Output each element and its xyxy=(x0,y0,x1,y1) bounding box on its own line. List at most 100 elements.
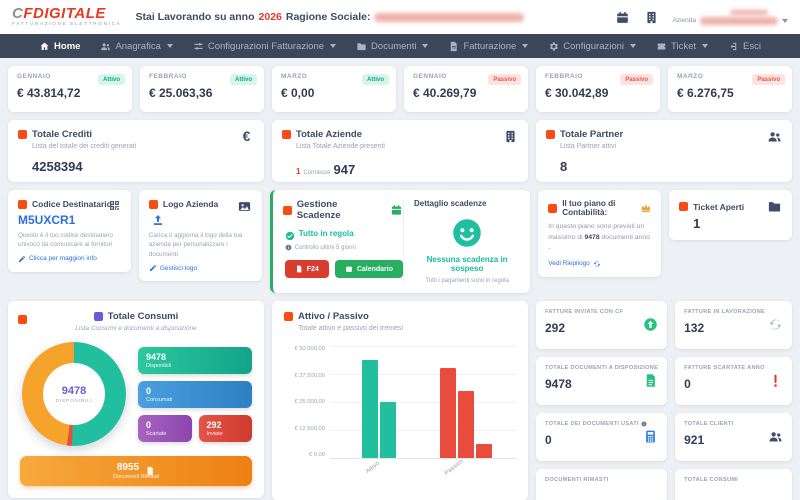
card-title: Totale Aziende xyxy=(296,129,362,140)
folder-icon xyxy=(767,199,782,214)
exclamation-icon xyxy=(768,373,783,388)
app-header: CFDIGITALE FATTURAZIONE ELETTRONICA Stai… xyxy=(0,0,800,34)
bar-group-passivo xyxy=(440,346,492,458)
card-subtitle: Lista Partner attivi xyxy=(560,143,782,150)
logout-icon xyxy=(728,41,739,52)
vedi-riepilogo-link[interactable]: Vedi Riepilogo xyxy=(548,260,651,268)
pencil-icon xyxy=(149,264,157,272)
nav-item-ticket[interactable]: Ticket xyxy=(656,41,708,52)
app-logo: CFDIGITALE FATTURAZIONE ELETTRONICA xyxy=(12,6,121,28)
bar xyxy=(362,360,378,458)
consumi-donut-chart: 9478 DISPONIBILI xyxy=(22,342,126,446)
calendario-button[interactable]: Calendario xyxy=(335,260,403,278)
chevron-down-icon xyxy=(330,44,336,48)
document-icon xyxy=(145,463,155,473)
accent-square xyxy=(546,130,555,139)
invoice-icon xyxy=(448,41,459,52)
totale-crediti-card: Totale Crediti Lista del totale dei cred… xyxy=(8,120,264,182)
nav-item-fatturazione[interactable]: Fatturazione xyxy=(448,41,528,52)
mini-cards-grid: FATTURE INVIATE CON CF 292 FATTURE IN LA… xyxy=(536,301,792,500)
nav-item-configurazioni-fatturazione[interactable]: Configurazioni Fatturazione xyxy=(193,41,336,52)
upload-icon[interactable] xyxy=(151,213,165,227)
plot-area xyxy=(330,346,516,458)
working-context-text: Stai Lavorando su anno 2026 Ragione Soci… xyxy=(135,11,524,23)
gear-icon xyxy=(548,41,559,52)
consumi-chip-consumati: 0 Consumati xyxy=(138,381,252,408)
totale-aziende-card: Totale Aziende Lista Totale Aziende pres… xyxy=(272,120,528,182)
accent-square xyxy=(282,130,291,139)
sliders-icon xyxy=(193,41,204,52)
attivo-passivo-chart-card: Attivo / Passivo Totale attivo e passivo… xyxy=(272,301,528,500)
nav-item-documenti[interactable]: Documenti xyxy=(356,41,428,52)
users-icon xyxy=(768,429,783,444)
codice-destinatario-value: M5UXCR1 xyxy=(18,213,121,227)
gestione-scadenze-card: Gestione Scadenze Tutto in regola Contro… xyxy=(270,190,530,293)
legend-square xyxy=(94,312,103,321)
building-icon[interactable] xyxy=(644,10,659,25)
users-icon xyxy=(100,41,111,52)
mini-card: TOTALE CONSUMI xyxy=(675,469,792,500)
azienda-label: Azienda xyxy=(673,17,697,24)
main-navbar: Home Anagrafica Configurazioni Fatturazi… xyxy=(0,34,800,58)
bar xyxy=(440,368,456,458)
chart-title: Attivo / Passivo xyxy=(298,311,369,322)
document-icon xyxy=(643,373,658,388)
chevron-down-icon xyxy=(630,44,636,48)
gestisci-logo-link[interactable]: Gestisci logo xyxy=(149,264,252,272)
totale-partner-card: Totale Partner Lista Partner attivi 8 xyxy=(536,120,792,182)
consumi-chip-disponibili: 9478 Disponibili xyxy=(138,347,252,374)
logo-head: C xyxy=(12,5,23,22)
home-icon xyxy=(39,41,50,52)
bottom-row: Totale Consumi Lista Consumi e documenti… xyxy=(8,301,792,500)
mini-card: FATTURE INVIATE CON CF 292 xyxy=(536,301,667,349)
month-card: GENNAIO € 43.814,72 Attivo xyxy=(8,66,132,112)
chevron-down-icon xyxy=(522,44,528,48)
calendar-icon[interactable] xyxy=(615,10,630,25)
aziende-connected-count: 1 xyxy=(296,167,300,176)
check-circle-icon xyxy=(285,228,295,238)
consumi-chips: 9478 Disponibili 0 Consumati 0 Scartate … xyxy=(138,347,252,442)
mini-card: TOTALE DEI DOCUMENTI USATI 0 xyxy=(536,413,667,461)
mini-card: DOCUMENTI RIMASTI xyxy=(536,469,667,500)
working-year: 2026 xyxy=(259,11,282,23)
refresh-icon xyxy=(593,260,601,268)
header-right: Azienda xyxy=(615,10,789,25)
month-cards-row: GENNAIO € 43.814,72 Attivo FEBBRAIO € 25… xyxy=(8,66,792,112)
info-cards-row: Codice Destinatario M5UXCR1 Questo è il … xyxy=(8,190,792,293)
status-badge: Attivo xyxy=(362,74,389,85)
partner-value: 8 xyxy=(560,159,782,174)
nav-item-anagrafica[interactable]: Anagrafica xyxy=(100,41,172,52)
pencil-icon xyxy=(18,255,26,263)
arrow-up-circle-icon xyxy=(643,317,658,332)
folder-icon xyxy=(356,41,367,52)
chevron-down-icon xyxy=(167,44,173,48)
dashboard-main: GENNAIO € 43.814,72 Attivo FEBBRAIO € 25… xyxy=(0,58,800,500)
piano-contabilita-card: Il tuo piano di Contabilità: In questo p… xyxy=(538,190,661,277)
image-icon xyxy=(237,199,252,214)
month-card: MARZO € 6.276,75 Passivo xyxy=(668,66,792,112)
crown-icon xyxy=(640,200,652,216)
codice-info-link[interactable]: Clicca per maggiori info xyxy=(18,255,121,263)
month-card: FEBBRAIO € 25.063,36 Attivo xyxy=(140,66,264,112)
mini-card: FATTURE SCARTATE ANNO 0 xyxy=(675,357,792,405)
building-icon xyxy=(503,129,518,144)
chevron-down-icon xyxy=(702,44,708,48)
bar xyxy=(458,391,474,458)
nav-item-configurazioni[interactable]: Configurazioni xyxy=(548,41,636,52)
bar-chart: € 50.000,00€ 37.500,00€ 25.000,00€ 12.50… xyxy=(284,346,516,458)
nav-item-home[interactable]: Home xyxy=(39,41,80,52)
f24-button[interactable]: F24 xyxy=(285,260,329,278)
nav-item-esci[interactable]: Esci xyxy=(728,41,761,52)
mini-card: TOTALE CLIENTI 921 xyxy=(675,413,792,461)
x-axis-labels: AttivoPassivo xyxy=(330,458,516,478)
qr-code-icon xyxy=(108,199,121,212)
summary-cards-row: Totale Crediti Lista del totale dei cred… xyxy=(8,120,792,182)
mini-card: TOTALE DOCUMENTI A DISPOSIZIONE 9478 xyxy=(536,357,667,405)
crediti-value: 4258394 xyxy=(32,159,254,174)
accent-square xyxy=(18,315,27,324)
company-selector[interactable]: Azienda xyxy=(673,10,789,25)
smiley-icon xyxy=(452,218,482,248)
card-title: Totale Partner xyxy=(560,129,623,140)
ticket-value: 1 xyxy=(693,216,782,231)
piano-max-docs: 9478 xyxy=(585,234,600,241)
